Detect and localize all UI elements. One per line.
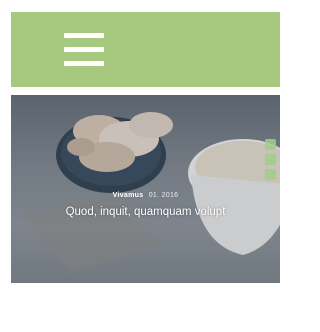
- hamburger-menu-icon[interactable]: [64, 33, 104, 66]
- social-icon[interactable]: [265, 154, 276, 165]
- hero-overlay: [11, 95, 280, 283]
- menu-bar: [64, 47, 104, 52]
- social-icon[interactable]: [265, 139, 276, 150]
- menu-bar: [64, 61, 104, 66]
- post-author[interactable]: Vivamus: [113, 192, 144, 199]
- menu-bar: [64, 33, 104, 38]
- hero-banner[interactable]: Vivamus 01. 2016 Quod, inquit, quamquam …: [11, 95, 280, 283]
- post-title[interactable]: Quod, inquit, quamquam volupt: [41, 205, 250, 219]
- post-date: 01. 2016: [148, 192, 179, 199]
- post-meta: Vivamus 01. 2016: [11, 192, 280, 199]
- navbar: [11, 12, 280, 87]
- social-icon[interactable]: [265, 169, 276, 180]
- page-frame: Vivamus 01. 2016 Quod, inquit, quamquam …: [11, 12, 280, 322]
